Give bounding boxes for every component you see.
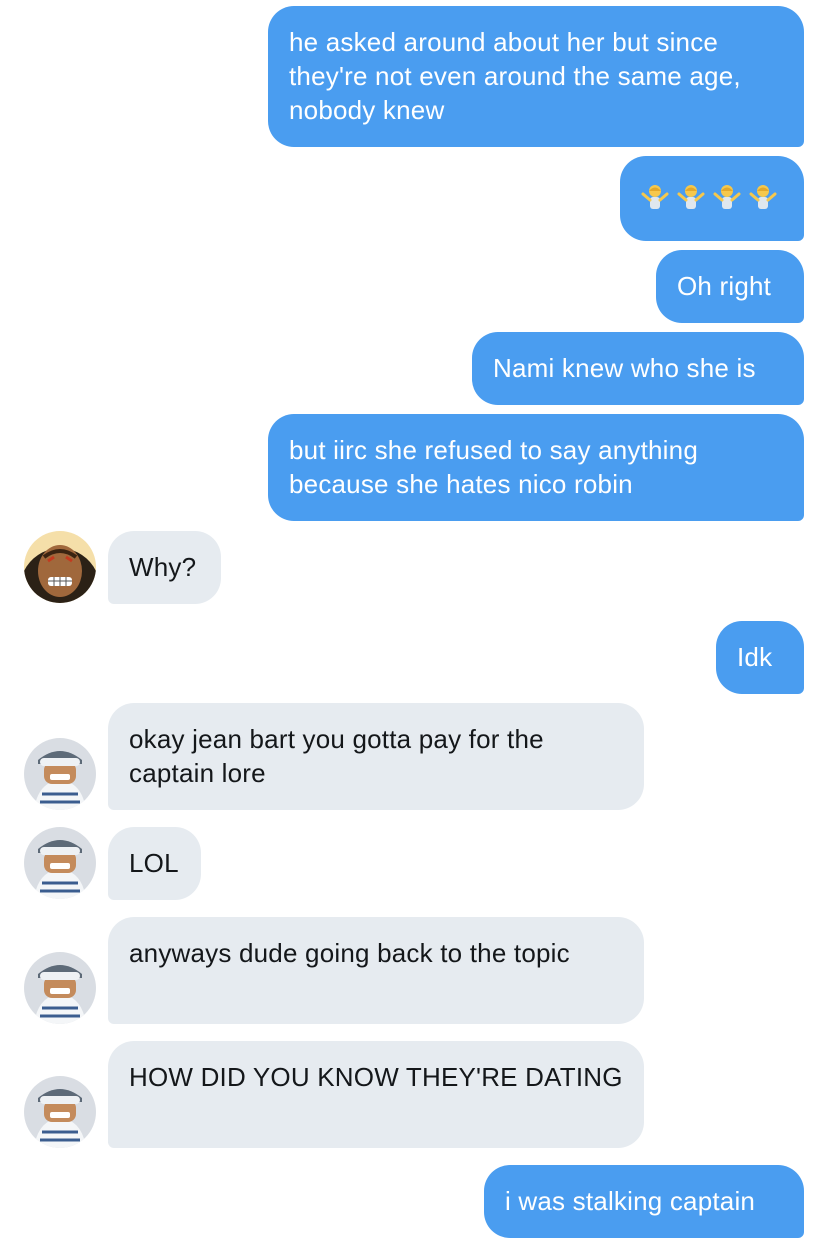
penguin-avatar-icon [24,738,96,810]
message-bubble-incoming[interactable]: LOL [108,827,201,900]
message-text: HOW DID YOU KNOW THEY'RE DATING [129,1062,623,1092]
avatar[interactable] [24,1076,96,1148]
penguin-avatar-icon [24,827,96,899]
person-shrugging-emoji-icon [677,185,705,209]
message-text: Idk [737,642,773,672]
avatar[interactable] [24,952,96,1024]
jean-bart-avatar-icon [24,531,96,603]
message-bubble-incoming[interactable]: HOW DID YOU KNOW THEY'RE DATING [108,1041,644,1148]
message-bubble-outgoing[interactable] [620,156,804,241]
message-text: he asked around about her but since they… [289,27,741,125]
message-bubble-incoming[interactable]: anyways dude going back to the topic [108,917,644,1024]
penguin-avatar-icon [24,1076,96,1148]
message-bubble-outgoing[interactable]: Idk [716,621,804,694]
avatar[interactable] [24,531,96,603]
message-text: anyways dude going back to the topic [129,938,570,968]
message-text: but iirc she refused to say anything bec… [289,435,698,499]
message-bubble-outgoing[interactable]: Nami knew who she is [472,332,804,405]
message-text: Why? [129,552,197,582]
person-shrugging-emoji-icon [749,185,777,209]
message-bubble-outgoing[interactable]: Oh right [656,250,804,323]
message-text: Oh right [677,271,772,301]
avatar[interactable] [24,827,96,899]
message-bubble-outgoing[interactable]: i was stalking captain [484,1165,804,1238]
avatar[interactable] [24,738,96,810]
message-text: i was stalking captain [505,1186,756,1216]
emoji-row [640,182,778,212]
message-bubble-incoming[interactable]: okay jean bart you gotta pay for the cap… [108,703,644,810]
message-bubble-outgoing[interactable]: but iirc she refused to say anything bec… [268,414,804,521]
person-shrugging-emoji-icon [713,185,741,209]
message-text: okay jean bart you gotta pay for the cap… [129,724,544,788]
message-bubble-outgoing[interactable]: he asked around about her but since they… [268,6,804,147]
penguin-avatar-icon [24,952,96,1024]
message-bubble-incoming[interactable]: Why? [108,531,221,604]
message-text: LOL [129,848,179,878]
person-shrugging-emoji-icon [641,185,669,209]
message-text: Nami knew who she is [493,353,756,383]
conversation-thread: he asked around about her but since they… [0,0,828,1239]
